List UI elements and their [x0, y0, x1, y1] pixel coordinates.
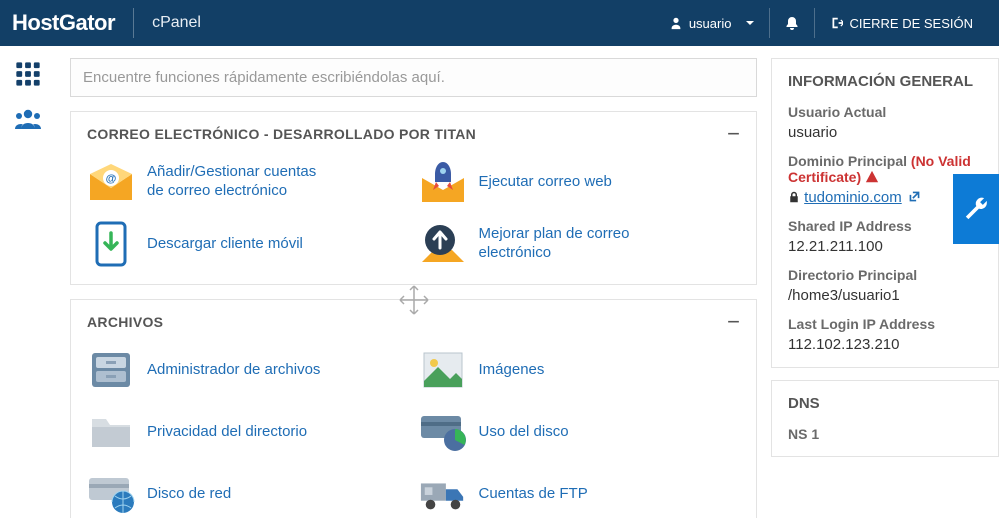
svg-text:@: @ [106, 173, 117, 185]
lastip-label: Last Login IP Address [788, 316, 982, 332]
image-file-icon [419, 346, 467, 394]
top-bar: HostGator cPanel usuario CIERRE DE SESIÓ… [0, 0, 999, 46]
drag-handle[interactable] [396, 282, 432, 318]
server-drawer-icon [87, 346, 135, 394]
tool-ftp-accounts[interactable]: Cuentas de FTP [419, 470, 741, 518]
move-icon [397, 283, 431, 317]
right-sidebar: INFORMACIÓN GENERAL Usuario Actual usuar… [771, 46, 999, 518]
tool-email-upgrade[interactable]: Mejorar plan de correo electrónico [419, 220, 741, 268]
files-panel: ARCHIVOS − Administrador de archivos Imá… [70, 299, 757, 518]
tool-email-manage[interactable]: @ Añadir/Gestionar cuentas de correo ele… [87, 158, 409, 206]
tool-email-webmail[interactable]: Ejecutar correo web [419, 158, 741, 206]
tool-label: Disco de red [147, 485, 231, 504]
home-value: /home3/usuario1 [788, 287, 982, 304]
tool-file-manager[interactable]: Administrador de archivos [87, 346, 409, 394]
top-right-nav: usuario CIERRE DE SESIÓN [655, 0, 987, 46]
user-menu[interactable]: usuario [655, 0, 770, 46]
tool-net-disk[interactable]: Disco de red [87, 470, 409, 518]
tool-label: Imágenes [479, 361, 545, 380]
envelope-at-icon: @ [87, 158, 135, 206]
tool-label: Privacidad del directorio [147, 423, 307, 442]
folder-icon [87, 408, 135, 456]
panel-title: ARCHIVOS [87, 314, 163, 330]
grid-icon [14, 60, 42, 88]
search-input[interactable] [70, 58, 757, 97]
notifications-button[interactable] [770, 0, 814, 46]
external-link-icon [908, 190, 921, 203]
email-panel: CORREO ELECTRÓNICO - DESARROLLADO POR TI… [70, 111, 757, 285]
left-nav [0, 46, 56, 518]
logout-icon [829, 16, 843, 30]
ns1-label: NS 1 [788, 426, 982, 442]
nav-grid-button[interactable] [14, 60, 42, 88]
tool-label: Administrador de archivos [147, 361, 320, 380]
tool-label: Ejecutar correo web [479, 173, 612, 192]
domain-link[interactable]: tudominio.com [804, 189, 902, 206]
tool-label: Cuentas de FTP [479, 485, 588, 504]
tool-disk-usage[interactable]: Uso del disco [419, 408, 741, 456]
bell-icon [784, 15, 800, 31]
product-name: cPanel [152, 14, 201, 32]
brand-logo: HostGator [12, 10, 115, 36]
collapse-button[interactable]: − [727, 317, 740, 327]
panel-title: DNS [788, 395, 982, 412]
dns-panel: DNS NS 1 [771, 380, 999, 457]
brand-text: HostGator [12, 10, 115, 36]
collapse-button[interactable]: − [727, 129, 740, 139]
panel-title: INFORMACIÓN GENERAL [788, 73, 982, 90]
main-content: CORREO ELECTRÓNICO - DESARROLLADO POR TI… [56, 46, 771, 518]
tool-label: Mejorar plan de correo electrónico [479, 225, 669, 263]
chevron-down-icon [745, 18, 755, 28]
user-name: usuario [689, 16, 732, 31]
disk-pie-icon [419, 408, 467, 456]
tool-dir-privacy[interactable]: Privacidad del directorio [87, 408, 409, 456]
upgrade-arrow-icon [419, 220, 467, 268]
tool-images[interactable]: Imágenes [419, 346, 741, 394]
truck-icon [419, 470, 467, 518]
lock-icon [788, 191, 800, 203]
lastip-value: 112.102.123.210 [788, 336, 982, 353]
home-label: Directorio Principal [788, 267, 982, 283]
tool-label: Descargar cliente móvil [147, 235, 303, 254]
user-icon [669, 16, 683, 30]
logout-button[interactable]: CIERRE DE SESIÓN [815, 0, 987, 46]
users-icon [13, 106, 43, 132]
panel-title: CORREO ELECTRÓNICO - DESARROLLADO POR TI… [87, 126, 476, 142]
wrench-icon [963, 196, 989, 222]
warning-icon [865, 170, 879, 184]
separator [133, 8, 134, 38]
tool-email-mobile[interactable]: Descargar cliente móvil [87, 220, 409, 268]
disk-globe-icon [87, 470, 135, 518]
user-value: usuario [788, 124, 982, 141]
settings-tab[interactable] [953, 174, 999, 244]
user-label: Usuario Actual [788, 104, 982, 120]
nav-users-button[interactable] [13, 106, 43, 132]
tool-label: Uso del disco [479, 423, 569, 442]
tool-label: Añadir/Gestionar cuentas de correo elect… [147, 163, 337, 201]
logout-label: CIERRE DE SESIÓN [849, 16, 973, 31]
phone-download-icon [87, 220, 135, 268]
rocket-envelope-icon [419, 158, 467, 206]
